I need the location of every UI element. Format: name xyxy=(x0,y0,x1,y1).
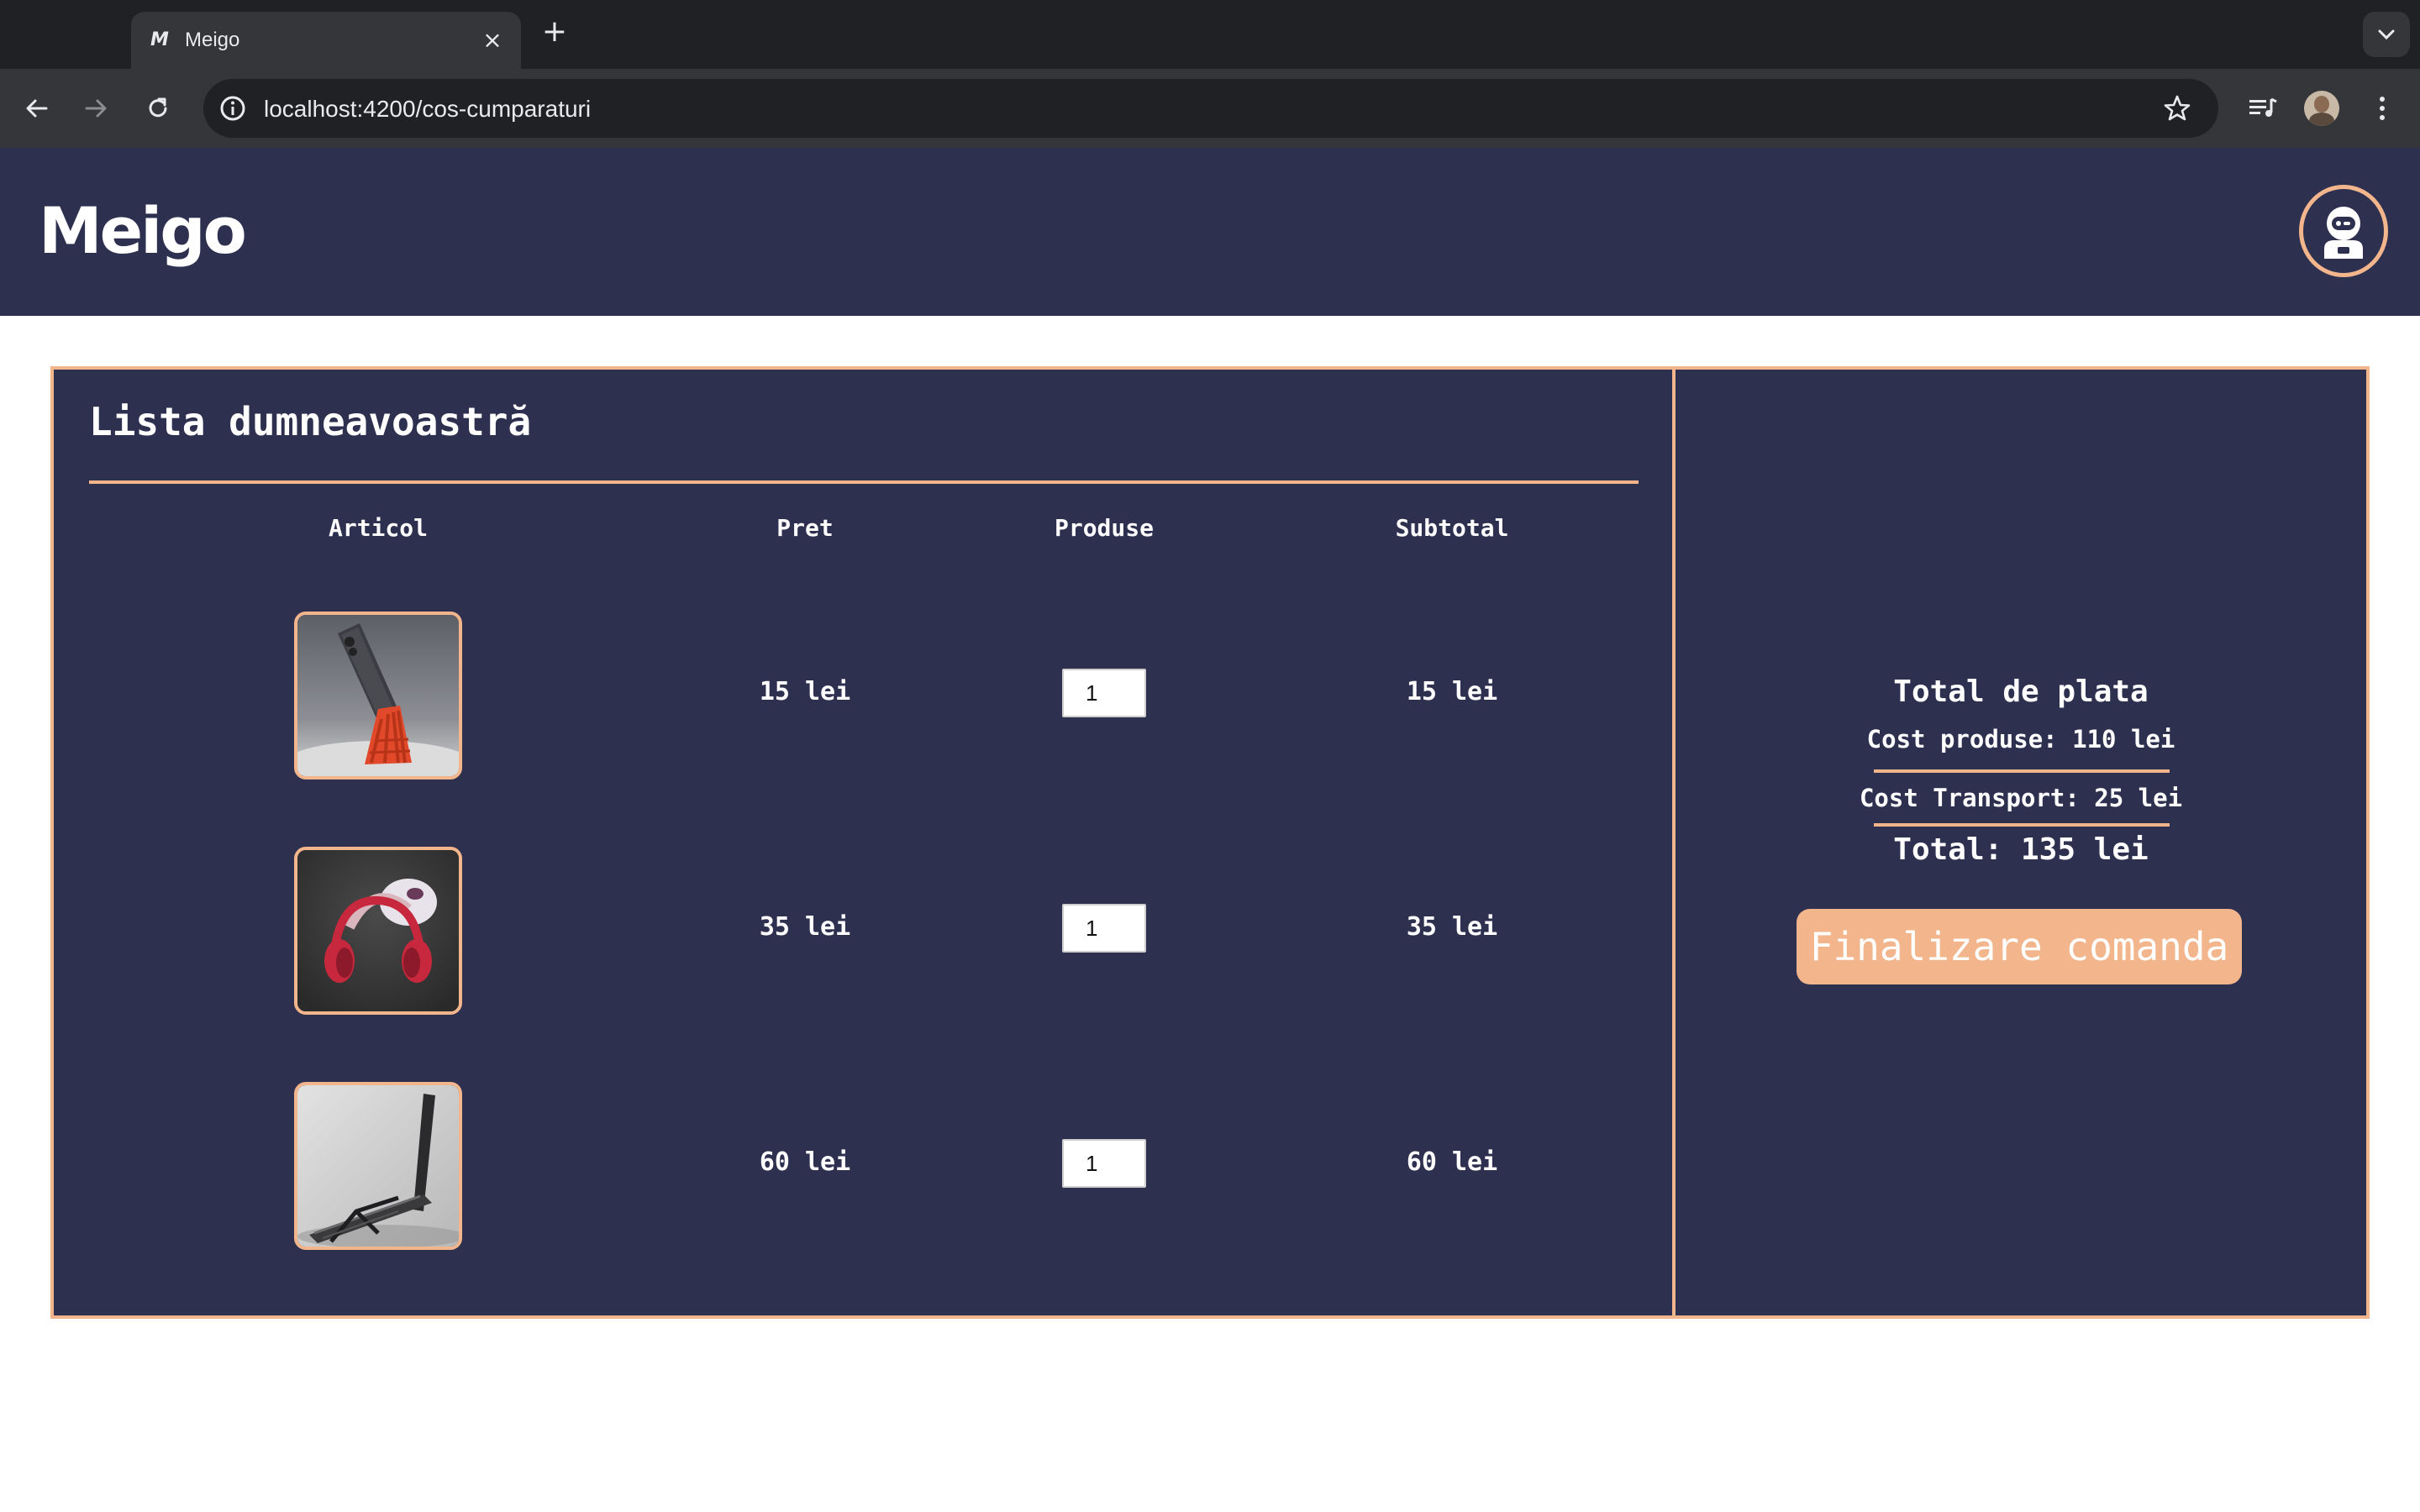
summary-divider xyxy=(1874,769,2170,773)
address-bar[interactable]: localhost:4200/cos-cumparaturi xyxy=(203,79,2218,138)
checkout-button[interactable]: Finalizare comanda xyxy=(1797,909,2242,984)
tab-close-icon[interactable]: × xyxy=(477,25,508,55)
product-image-laptop-stand[interactable] xyxy=(294,1082,462,1250)
forward-arrow-icon[interactable] xyxy=(76,88,116,129)
order-total: Total: 135 lei xyxy=(1893,832,2149,867)
item-price: 60 lei xyxy=(759,1147,851,1177)
product-image-headphone-holder[interactable] xyxy=(294,847,462,1015)
site-info-icon[interactable] xyxy=(217,92,249,124)
item-subtotal: 35 lei xyxy=(1406,912,1498,942)
tab-search-chevron-icon[interactable] xyxy=(2363,12,2410,57)
profile-avatar-icon[interactable] xyxy=(2299,86,2344,131)
summary-title: Total de plata xyxy=(1893,675,2149,709)
quantity-input[interactable] xyxy=(1062,904,1146,953)
quantity-input[interactable] xyxy=(1062,669,1146,717)
cart-list-panel: Lista dumneavoastră Articol Pret Produse… xyxy=(50,366,1676,1319)
bookmark-star-icon[interactable] xyxy=(2160,91,2195,126)
products-cost: Cost produse: 110 lei xyxy=(1866,725,2175,753)
transport-cost: Cost Transport: 25 lei xyxy=(1859,784,2183,812)
item-price: 35 lei xyxy=(759,912,851,942)
title-divider xyxy=(89,480,1639,484)
meigo-favicon-icon: M xyxy=(150,29,169,50)
item-subtotal: 15 lei xyxy=(1406,677,1498,706)
browser-menu-icon[interactable] xyxy=(2360,86,2405,131)
item-subtotal: 60 lei xyxy=(1406,1147,1498,1177)
column-header-subtotal: Subtotal xyxy=(1395,514,1509,542)
reload-icon[interactable] xyxy=(138,88,178,129)
tab-title: Meigo xyxy=(185,29,240,51)
column-header-price: Pret xyxy=(776,514,834,542)
summary-divider xyxy=(1874,823,2170,827)
cart-row: 60 lei 60 lei xyxy=(54,1082,1672,1250)
browser-tab[interactable]: M Meigo × xyxy=(131,12,521,69)
column-header-quantity: Produse xyxy=(1054,514,1154,542)
quantity-input[interactable] xyxy=(1062,1139,1146,1188)
column-header-item: Articol xyxy=(328,514,428,542)
product-image-phone-stand[interactable] xyxy=(294,612,462,780)
app-header: Meigo xyxy=(0,148,2420,316)
cart-row: 15 lei 15 lei xyxy=(54,612,1672,780)
browser-toolbar: localhost:4200/cos-cumparaturi xyxy=(0,69,2420,148)
item-price: 15 lei xyxy=(759,677,851,706)
user-account-button[interactable] xyxy=(2299,185,2388,277)
order-summary-panel: Total de plata Cost produse: 110 lei Cos… xyxy=(1672,366,2370,1319)
cart-title: Lista dumneavoastră xyxy=(89,399,532,444)
new-tab-icon[interactable]: + xyxy=(538,15,571,49)
browser-tabstrip: M Meigo × + xyxy=(0,0,2420,69)
url-text[interactable]: localhost:4200/cos-cumparaturi xyxy=(264,96,591,123)
media-queue-icon[interactable] xyxy=(2240,86,2286,131)
back-arrow-icon[interactable] xyxy=(17,88,57,129)
meigo-logo[interactable]: Meigo xyxy=(39,193,247,269)
cart-row: 35 lei 35 lei xyxy=(54,847,1672,1015)
astronaut-user-icon xyxy=(2324,207,2363,259)
